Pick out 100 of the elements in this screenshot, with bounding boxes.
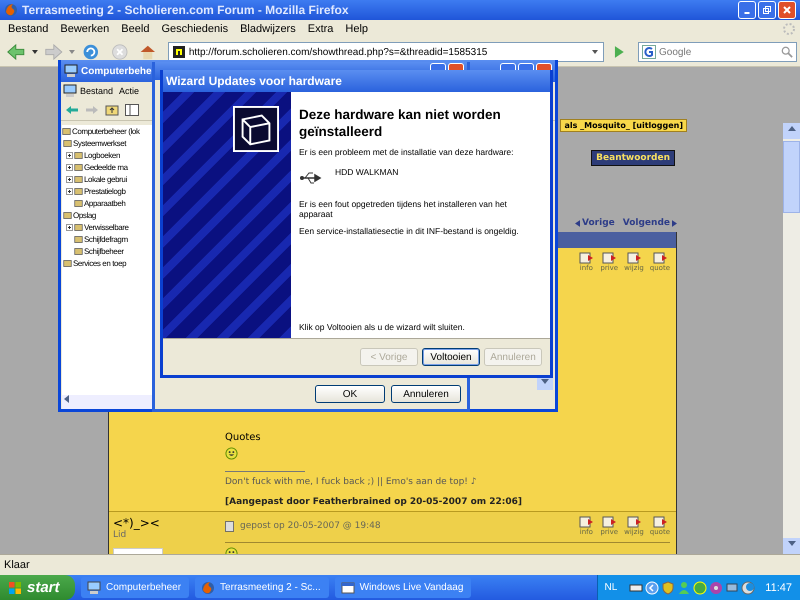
tree-item[interactable]: Services en toep [73, 258, 126, 268]
tree-item[interactable]: Systeemwerkset [73, 138, 126, 148]
restore-button[interactable] [758, 1, 776, 19]
shield-icon[interactable] [661, 580, 676, 594]
address-field[interactable]: http://forum.scholieren.com/showthread.php?s=&threadid=1585315 [168, 42, 604, 62]
scrollbar-thumb[interactable] [783, 141, 800, 213]
scrollbar[interactable] [783, 123, 800, 554]
taskbar-item[interactable]: Computerbeheer [81, 577, 190, 598]
tree-node-icon [74, 174, 83, 184]
right-triangle-icon [672, 220, 677, 226]
expand-icon[interactable] [66, 224, 73, 230]
document-icon [225, 520, 234, 532]
menu-item[interactable]: Beeld [115, 23, 156, 35]
wizard-heading: Deze hardware kan niet worden geïnstalleerd [299, 106, 502, 140]
computer-icon [87, 580, 101, 594]
search-engine-icon[interactable] [642, 45, 656, 59]
tree-node-icon [74, 198, 83, 208]
back-button[interactable] [6, 43, 26, 61]
menu-item[interactable]: Help [339, 23, 374, 35]
tree-node-icon [74, 246, 83, 256]
tree-item[interactable]: Opslag [73, 210, 96, 220]
folder-up-icon[interactable] [105, 104, 119, 116]
tree-item[interactable]: Gedeelde ma [84, 162, 128, 172]
network-icon[interactable] [725, 580, 740, 594]
window-title: Computerbehe [81, 66, 152, 76]
close-button[interactable] [778, 1, 796, 19]
expand-icon[interactable] [66, 152, 73, 158]
tree-node-icon [63, 258, 72, 268]
tree-item[interactable]: Prestatielogb [84, 186, 126, 196]
menu-item[interactable]: Bewerken [54, 23, 116, 35]
computer-icon [63, 84, 77, 98]
tree-node-icon [74, 234, 83, 244]
search-field[interactable]: Google [638, 42, 797, 62]
usb-icon [299, 171, 323, 185]
disc-icon[interactable] [709, 580, 724, 594]
throbber-icon [782, 22, 796, 36]
tree-item[interactable]: Schijfdefragm [84, 234, 128, 244]
smiley-icon [225, 447, 238, 460]
back-arrow-icon[interactable] [65, 104, 79, 116]
window-icon [340, 580, 355, 594]
expand-icon[interactable] [66, 188, 73, 194]
taskbar-item[interactable]: Windows Live Vandaag [334, 577, 472, 598]
tree-node-icon [74, 150, 83, 160]
menu-item[interactable]: Extra [302, 23, 340, 35]
reload-button[interactable] [81, 43, 101, 61]
site-icon [172, 46, 185, 58]
menu-item[interactable]: Bestand [80, 86, 114, 96]
menu-item[interactable]: Bestand [2, 23, 54, 35]
post-date: gepost op 20-05-2007 @ 19:48 [240, 521, 381, 531]
error-text: Er is een fout opgetreden tijdens het installeren van het apparaat [299, 199, 508, 219]
finish-hint: Klik op Voltooien als u de wizard wilt sluiten. [299, 322, 465, 332]
left-arrow-icon[interactable] [64, 395, 69, 403]
tree-node-icon [63, 210, 72, 220]
author-name[interactable]: <*)_>< [113, 516, 221, 530]
menu-item[interactable]: Bladwijzers [234, 23, 302, 35]
previous-link[interactable]: Vorige [575, 218, 615, 228]
reply-button[interactable]: Beantwoorden [591, 150, 675, 166]
clock: 11:47 [765, 582, 792, 594]
menu-item[interactable]: Geschiedenis [155, 23, 234, 35]
tree-item[interactable]: Lokale gebrui [84, 174, 127, 184]
next-link[interactable]: Volgende [622, 218, 677, 228]
minimize-button[interactable] [738, 1, 756, 19]
scrollbar[interactable] [62, 395, 152, 409]
user-bar[interactable]: als _Mosquito_ [uitloggen] [560, 119, 687, 132]
signature-text: Don't fuck with me, I fuck back ;) || Emo's aan de top! ♪ [225, 477, 477, 487]
start-button[interactable]: start [0, 575, 75, 600]
tree-item[interactable]: Schijfbeheer [84, 246, 124, 256]
window-title: Terrasmeeting 2 - Scholieren.com Forum - Mozilla Firefox [22, 3, 349, 17]
caret-icon[interactable] [32, 50, 38, 54]
tree-item[interactable]: Apparaatbeh [84, 198, 126, 208]
down-arrow-icon[interactable] [788, 541, 796, 546]
tree-node-icon [63, 138, 72, 148]
moon-icon[interactable] [741, 580, 756, 594]
window-title: Wizard Updates voor hardware [166, 74, 342, 88]
tree-item[interactable]: Logboeken [84, 150, 120, 160]
dialog-button[interactable]: Annuleren [391, 385, 461, 403]
search-icon[interactable] [780, 46, 793, 58]
tree-node-icon [62, 126, 71, 136]
computer-icon [64, 64, 78, 78]
caret-icon[interactable] [592, 50, 598, 54]
minimize-icon [744, 12, 750, 14]
expand-icon[interactable] [66, 164, 73, 170]
author-rank: Lid [113, 530, 128, 540]
menu-item[interactable]: Actie [119, 86, 140, 96]
tree-node-icon [74, 162, 83, 172]
up-arrow-icon[interactable] [788, 126, 796, 131]
expand-icon[interactable] [66, 176, 73, 182]
status-text: Klaar [4, 559, 30, 571]
tree-item[interactable]: Verwisselbare [84, 222, 129, 232]
stop-button[interactable] [110, 43, 130, 61]
dialog-button[interactable]: OK [315, 385, 385, 403]
down-arrow-icon[interactable] [541, 379, 549, 384]
taskbar-item[interactable]: Terrasmeeting 2 - Sc... [195, 577, 329, 598]
tree-item[interactable]: Computerbeheer (lok [72, 126, 140, 136]
panel-toggle-icon[interactable] [125, 104, 139, 116]
firefox-logo-icon [4, 3, 18, 17]
wizard-button[interactable]: Voltooien [422, 348, 480, 366]
left-triangle-icon [575, 220, 580, 226]
tree-node-icon [74, 186, 83, 196]
intro-text: Er is een probleem met de installatie van deze hardware: [299, 147, 514, 157]
